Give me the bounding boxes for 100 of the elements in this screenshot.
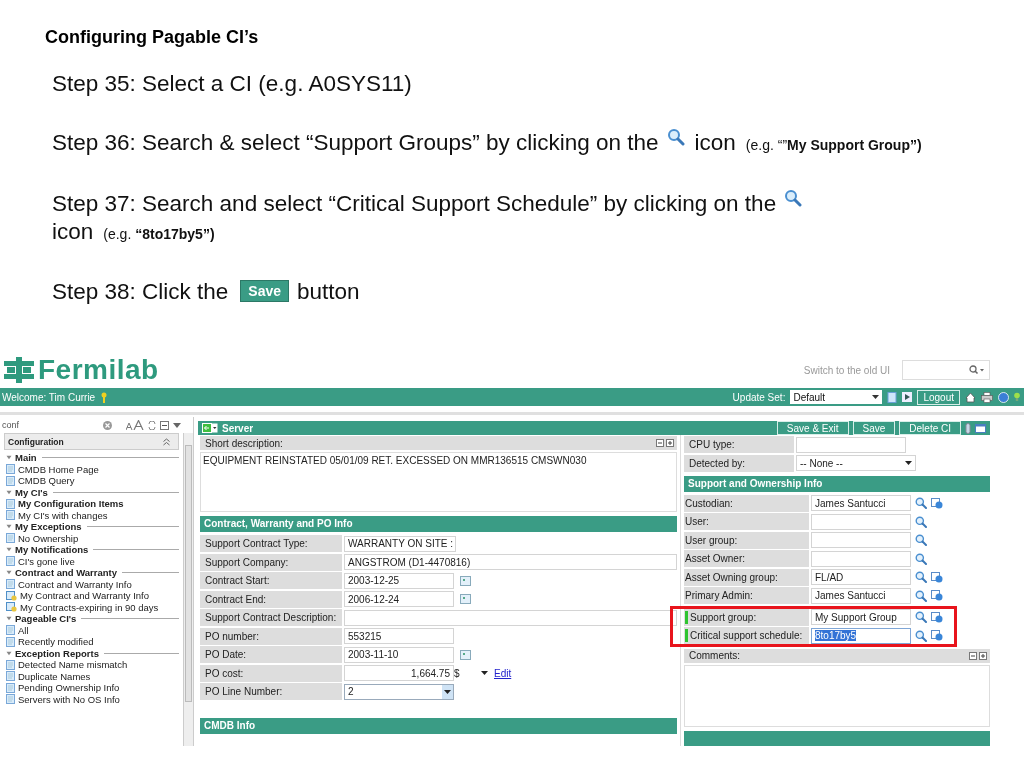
- resize-icon[interactable]: [656, 439, 674, 447]
- info-card-icon[interactable]: [931, 571, 943, 583]
- nav-item[interactable]: My Configuration Items: [18, 498, 124, 510]
- date-field[interactable]: 2003-12-25: [344, 572, 454, 589]
- field-label: Critical support schedule:: [690, 630, 803, 641]
- caret-icon[interactable]: [6, 455, 12, 461]
- select-field[interactable]: WARRANTY ON SITE :: [344, 535, 456, 552]
- collapse-icon[interactable]: [160, 420, 169, 430]
- currency-select[interactable]: $: [454, 667, 488, 679]
- search-icon[interactable]: [915, 534, 927, 546]
- caret-icon[interactable]: [6, 570, 12, 576]
- update-set-select[interactable]: Default: [790, 390, 883, 404]
- reference-field[interactable]: [811, 532, 911, 548]
- step-text: icon: [694, 130, 736, 155]
- search-icon[interactable]: [915, 611, 927, 623]
- step-note: (e.g. “”My Support Group”): [745, 137, 922, 153]
- caret-icon: [872, 394, 880, 400]
- nav-item[interactable]: My CI's with changes: [18, 509, 108, 521]
- nav-item[interactable]: Servers with No OS Info: [18, 693, 120, 705]
- search-icon[interactable]: [915, 497, 927, 509]
- text-field[interactable]: [344, 609, 677, 626]
- step-text: Step 37: Search and select “Critical Support Schedule” by clicking on the: [52, 191, 777, 216]
- bulb-icon[interactable]: [1014, 392, 1020, 402]
- nav-section[interactable]: My Exceptions: [15, 521, 82, 533]
- nav-item[interactable]: Contract and Warranty Info: [18, 578, 132, 590]
- clear-icon[interactable]: [103, 420, 112, 430]
- search-icon[interactable]: [915, 589, 927, 602]
- reference-field[interactable]: James Santucci: [811, 587, 911, 604]
- nav-item[interactable]: Recently modified: [18, 636, 94, 648]
- step-text: Step 36: Search & select “Support Groups” by clicking on the: [52, 130, 659, 155]
- reference-field[interactable]: James Santucci: [811, 495, 911, 511]
- logo-icon: [4, 357, 34, 383]
- nav-item[interactable]: My Contracts-expiring in 90 days: [20, 601, 159, 613]
- text-area[interactable]: EQUIPMENT REINSTATED 05/01/09 RET. EXCESSED ON MMR136515 CMSWN030: [200, 452, 677, 512]
- nav-item[interactable]: CMDB Home Page: [18, 463, 99, 475]
- caret-icon[interactable]: [6, 524, 12, 530]
- reference-field[interactable]: FL/AD: [811, 569, 911, 585]
- edit-link[interactable]: Edit: [494, 667, 512, 679]
- back-icon[interactable]: [202, 423, 218, 433]
- nav-item[interactable]: My Contract and Warranty Info: [20, 590, 149, 602]
- field-label: Support Company:: [200, 553, 342, 571]
- logo-text: Fermilab: [38, 354, 159, 386]
- dropdown-button[interactable]: [442, 684, 453, 699]
- select-field[interactable]: 2: [344, 683, 454, 700]
- date-field[interactable]: 2006-12-24: [344, 591, 454, 607]
- nav-section[interactable]: Contract and Warranty: [15, 567, 118, 579]
- nav-item[interactable]: Detected Name mismatch: [18, 659, 128, 671]
- nav-item[interactable]: Pending Ownership Info: [18, 682, 120, 694]
- search-icon[interactable]: [915, 515, 927, 528]
- search-field[interactable]: [902, 360, 990, 380]
- nav-item[interactable]: CMDB Query: [18, 475, 75, 487]
- nav-item[interactable]: CI's gone live: [18, 555, 75, 567]
- window-icon[interactable]: [975, 423, 986, 433]
- nav-section[interactable]: Pageable CI's: [15, 613, 77, 625]
- home-icon[interactable]: [965, 391, 976, 403]
- reference-field[interactable]: 8to17by5: [811, 627, 911, 644]
- caret-icon[interactable]: [6, 547, 12, 553]
- search-icon[interactable]: [915, 571, 927, 583]
- text-field[interactable]: ANGSTROM (D1-4470816): [344, 554, 677, 570]
- collapse-icon[interactable]: [163, 437, 170, 446]
- info-card-icon[interactable]: [931, 630, 943, 641]
- font-size-icon[interactable]: [126, 420, 144, 430]
- nav-item[interactable]: Duplicate Names: [18, 670, 91, 682]
- info-card-icon[interactable]: [931, 611, 943, 623]
- attachment-icon[interactable]: [965, 422, 971, 434]
- scrollbar[interactable]: [183, 433, 193, 746]
- nav-section[interactable]: My CI's: [15, 486, 48, 498]
- field-label: Contract End:: [200, 590, 342, 608]
- info-card-icon[interactable]: [931, 497, 943, 509]
- search-icon[interactable]: [915, 629, 927, 642]
- play-icon[interactable]: [902, 392, 913, 402]
- field-label: PO Line Number:: [200, 683, 342, 700]
- calendar-icon[interactable]: [460, 575, 471, 586]
- amount-field[interactable]: 1,664.75: [344, 665, 454, 681]
- nav-section[interactable]: Main: [15, 452, 37, 464]
- caret-icon[interactable]: [6, 489, 12, 495]
- printer-icon[interactable]: [981, 391, 993, 403]
- document-icon: [6, 475, 15, 486]
- text-field[interactable]: 553215: [344, 628, 454, 644]
- select-field[interactable]: -- None --: [796, 455, 916, 471]
- caret-icon[interactable]: [173, 422, 181, 428]
- reference-field[interactable]: [811, 550, 911, 567]
- nav-item[interactable]: No Ownership: [18, 532, 79, 544]
- info-card-icon[interactable]: [931, 590, 943, 601]
- reference-field[interactable]: My Support Group: [811, 609, 911, 625]
- calendar-icon[interactable]: [460, 649, 471, 660]
- field-label: Asset Owner:: [685, 553, 746, 564]
- caret-icon[interactable]: [6, 616, 12, 622]
- calendar-icon[interactable]: [460, 594, 471, 604]
- reference-field[interactable]: [811, 513, 911, 530]
- step-text: Step 35: Select a CI (e.g. A0SYS11): [52, 71, 412, 96]
- search-icon[interactable]: [915, 552, 927, 565]
- nav-section[interactable]: My Notifications: [15, 544, 89, 556]
- filter-field[interactable]: conf: [0, 418, 122, 432]
- text-field[interactable]: [796, 436, 906, 453]
- nav-section[interactable]: Exception Reports: [15, 647, 99, 659]
- nav-item[interactable]: All: [18, 624, 29, 636]
- caret-icon[interactable]: [6, 650, 12, 656]
- date-field[interactable]: 2003-11-10: [344, 646, 454, 663]
- resize-icon[interactable]: [969, 651, 987, 660]
